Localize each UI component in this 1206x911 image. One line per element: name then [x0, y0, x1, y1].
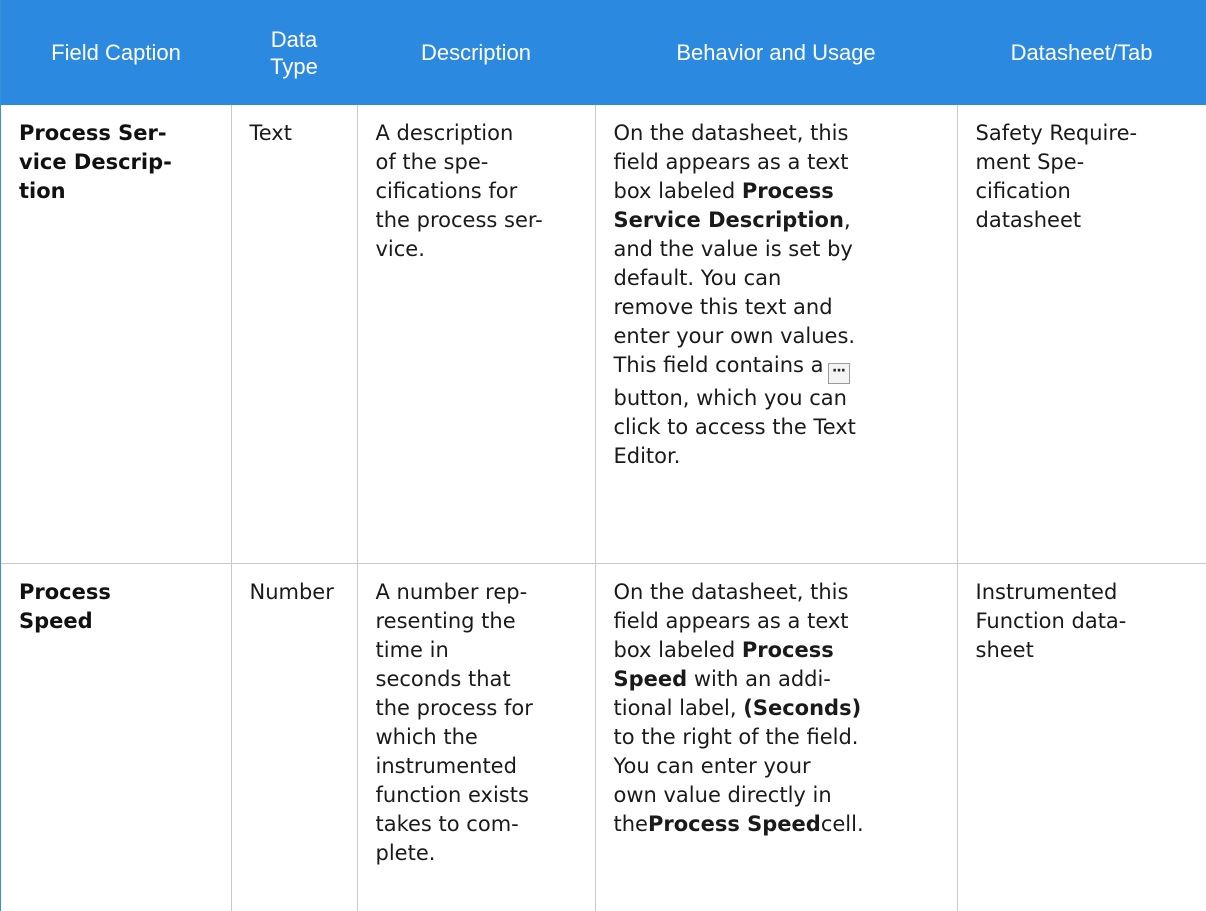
field-caption-cell: Process Ser- vice Descrip- tion: [1, 105, 232, 564]
behavior-text: tional label,: [613, 695, 744, 720]
behavior-bold-text: Process Speed: [647, 811, 821, 836]
description-line: which the: [375, 724, 478, 749]
datasheet-tab-cell: Safety Require- ment Spe- cification dat…: [957, 105, 1206, 564]
table-row: Process Ser- vice Descrip- tion Text A d…: [1, 105, 1206, 564]
description-line: function exists: [375, 782, 529, 807]
behavior-line: field appears as a text: [613, 150, 849, 174]
behavior-line: default. You can: [613, 266, 782, 290]
behavior-bold-text: (Seconds): [743, 695, 862, 720]
datasheet-line: ment Spe-: [975, 150, 1085, 174]
header-field-caption: Field Caption: [1, 0, 231, 105]
description-cell: A description of the spe- cifications fo…: [357, 105, 596, 564]
behavior-line: Service Description,: [614, 206, 945, 235]
behavior-line: You can enter your: [613, 753, 811, 778]
description-line: the process for: [375, 695, 533, 720]
behavior-text: cell.: [820, 811, 864, 836]
description-line: cifications for: [375, 179, 518, 203]
caption-line: vice Descrip-: [19, 150, 172, 174]
datasheet-line: Instrumented: [975, 579, 1118, 604]
description-line: A description: [375, 121, 514, 145]
behavior-bold-text: Process: [741, 637, 834, 662]
behavior-line: tional label, (Seconds): [614, 694, 945, 723]
behavior-line: remove this text and: [613, 295, 833, 319]
description-line: vice.: [375, 237, 425, 261]
behavior-line: box labeled Process: [614, 636, 945, 665]
description-line: plete.: [375, 840, 436, 865]
description-cell: A number rep- resenting the time in seco…: [357, 563, 596, 911]
caption-line: Speed: [19, 608, 93, 633]
behavior-line: Speed with an addi-: [614, 665, 945, 694]
header-behavior-usage: Behavior and Usage: [595, 0, 957, 105]
data-type-cell: Number: [231, 563, 358, 911]
description-line: instrumented: [375, 753, 517, 778]
behavior-bold-text: Service Description: [613, 208, 844, 232]
behavior-line: and the value is set by: [613, 237, 853, 261]
caption-line: Process: [19, 579, 111, 604]
header-data-type-line2: Type: [270, 53, 318, 79]
datasheet-line: cification: [975, 179, 1071, 203]
datasheet-line: Function data-: [975, 608, 1127, 633]
datasheet-line: sheet: [975, 637, 1034, 662]
datasheet-tab-cell: Instrumented Function data- sheet: [957, 563, 1206, 911]
behavior-text: ,: [843, 208, 851, 232]
behavior-usage-cell: On the datasheet, this field appears as …: [595, 105, 958, 564]
description-line: resenting the: [375, 608, 516, 633]
behavior-line: own value directly in: [613, 782, 832, 807]
behavior-line: Editor.: [613, 444, 681, 468]
caption-line: tion: [19, 179, 66, 203]
datasheet-line: Safety Require-: [975, 121, 1138, 145]
header-data-type: Data Type: [231, 0, 357, 105]
header-data-type-line1: Data: [270, 26, 318, 52]
description-line: A number rep-: [375, 579, 528, 604]
behavior-line: button, which you can: [613, 386, 847, 410]
caption-line: Process Ser-: [19, 121, 167, 145]
behavior-line: This field contains a ···: [614, 351, 945, 384]
description-line: takes to com-: [375, 811, 519, 836]
description-line: the process ser-: [375, 208, 543, 232]
header-datasheet-tab: Datasheet/Tab: [957, 0, 1206, 105]
behavior-usage-cell: On the datasheet, this field appears as …: [595, 563, 958, 911]
field-reference-table: Field Caption Data Type Description Beha…: [1, 0, 1206, 911]
table-row: Process Speed Number A number rep- resen…: [1, 563, 1206, 911]
field-table-container: Field Caption Data Type Description Beha…: [0, 0, 1206, 911]
behavior-bold-text: Speed: [613, 666, 688, 691]
field-caption-cell: Process Speed: [1, 563, 232, 911]
behavior-line: to the right of the field.: [613, 724, 859, 749]
behavior-line: click to access the Text: [613, 415, 856, 439]
behavior-line: On the datasheet, this: [613, 121, 849, 145]
behavior-text: This field contains a: [613, 353, 824, 377]
behavior-line: On the datasheet, this: [613, 579, 849, 604]
behavior-line: enter your own values.: [613, 324, 856, 348]
behavior-line: box labeled Process: [614, 177, 945, 206]
behavior-line: field appears as a text: [613, 608, 849, 633]
table-header: Field Caption Data Type Description Beha…: [1, 0, 1206, 105]
header-description: Description: [357, 0, 595, 105]
behavior-line: theProcess Speedcell.: [614, 810, 945, 839]
description-line: time in: [375, 637, 449, 662]
description-line: of the spe-: [375, 150, 489, 174]
behavior-text: box labeled: [613, 179, 742, 203]
behavior-text: the: [613, 811, 648, 836]
ellipsis-button-icon: ···: [827, 363, 850, 384]
description-line: seconds that: [375, 666, 511, 691]
behavior-text: box labeled: [613, 637, 742, 662]
behavior-bold-text: Process: [741, 179, 834, 203]
datasheet-line: datasheet: [975, 208, 1082, 232]
header-row: Field Caption Data Type Description Beha…: [1, 0, 1206, 105]
data-type-cell: Text: [231, 105, 358, 564]
behavior-text: with an addi-: [687, 666, 831, 691]
